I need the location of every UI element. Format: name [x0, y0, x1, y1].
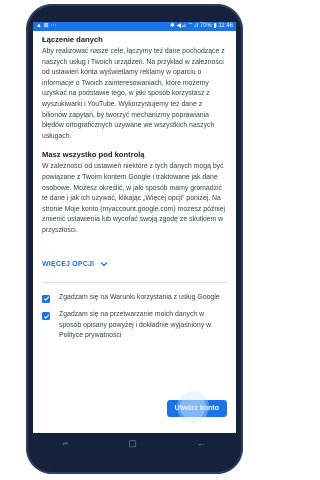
more-options-label: WIĘCEJ OPCJI	[42, 260, 95, 268]
terms-checkbox-label: Zgadzam się na Warunki korzystania z usł…	[59, 293, 220, 301]
divider	[42, 281, 227, 283]
content: Łączenie danych Aby realizować nasze cel…	[33, 35, 236, 342]
status-bar: ▲ ⊠ ⋯ ✱ ◀⊿ ⌔.ıl 70% ▮ 11:46	[33, 22, 236, 31]
terms-checkbox-row[interactable]: Zgadzam się na Warunki korzystania z usł…	[42, 293, 227, 304]
terms-checkbox[interactable]	[42, 294, 50, 303]
back-icon[interactable]: ←	[197, 438, 206, 448]
section-title-data-combining: Łączenie danych	[42, 35, 103, 44]
check-icon	[43, 314, 49, 319]
section-title-control: Masz wszystko pod kontrolą	[42, 150, 145, 160]
chevron-down-icon	[100, 262, 108, 267]
touch-indicator	[180, 394, 206, 420]
privacy-checkbox-label: Zgadzam się na przetwarzanie moich danyc…	[59, 311, 212, 340]
navigation-bar: ⌐ ▢ ←	[33, 433, 236, 453]
more-options-button[interactable]: WIĘCEJ OPCJI	[42, 261, 227, 268]
home-icon[interactable]: ▢	[128, 438, 137, 449]
screen: ▲ ⊠ ⋯ ✱ ◀⊿ ⌔.ıl 70% ▮ 11:46 Łączenie dan…	[33, 22, 236, 433]
status-left-icons: ▲ ⊠ ⋯	[36, 23, 57, 29]
recent-apps-icon[interactable]: ⌐	[63, 438, 68, 448]
status-right-info: ✱ ◀⊿ ⌔.ıl 70% ▮ 11:46	[169, 23, 233, 29]
check-icon	[43, 296, 49, 301]
section-body-data-combining: Aby realizować nasze cele, łączymy też d…	[42, 48, 225, 140]
privacy-checkbox[interactable]	[42, 312, 50, 321]
privacy-checkbox-row[interactable]: Zgadzam się na przetwarzanie moich danyc…	[42, 310, 227, 342]
section-body-control: W zależności od ustawień niektóre z tych…	[42, 163, 226, 234]
